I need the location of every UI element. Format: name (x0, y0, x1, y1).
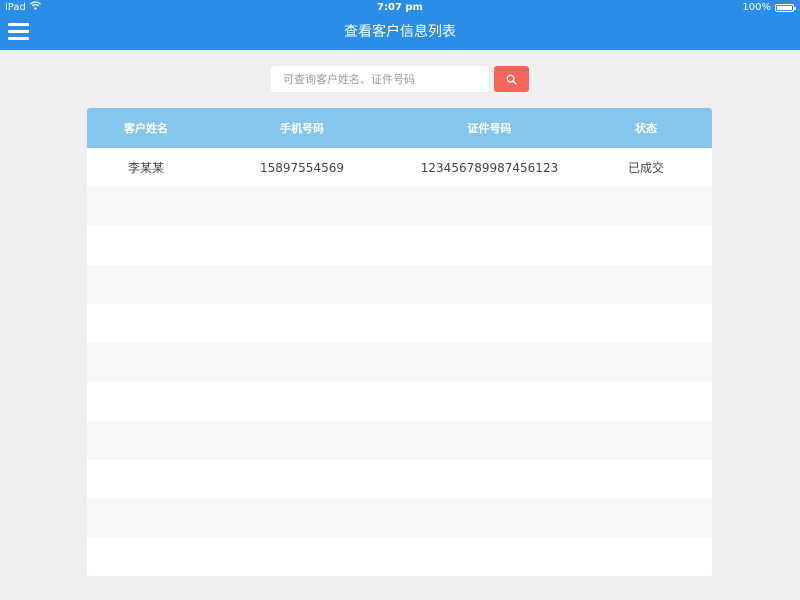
customer-table: 客户姓名 手机号码 证件号码 状态 李某某 15897554569 12345678… (87, 108, 712, 576)
search-button[interactable] (494, 66, 529, 92)
top-bar: iPad 7:07 pm 100% 查看客户信息列表 (0, 0, 800, 50)
search-icon (506, 70, 517, 89)
battery-level (777, 6, 792, 10)
table-cell-id-number: 123456789987456123 (420, 160, 559, 175)
battery-percent: 100% (742, 2, 771, 13)
table-body: 李某某 15897554569 123456789987456123 已成交 (87, 148, 712, 576)
column-header-status: 状态 (635, 122, 657, 135)
table-row-empty (87, 187, 712, 226)
table-cell-phone: 15897554569 (260, 160, 344, 175)
table-row-empty (87, 499, 712, 538)
column-header-id-number: 证件号码 (467, 122, 512, 135)
status-time: 7:07 pm (377, 2, 423, 13)
table-row-empty (87, 343, 712, 382)
table-row-empty (87, 382, 712, 421)
table-row-empty (87, 421, 712, 460)
table-cell-status: 已成交 (627, 161, 664, 175)
table-row-empty (87, 460, 712, 499)
table-row-empty (87, 265, 712, 304)
status-right: 100% (742, 0, 796, 16)
battery-icon (775, 4, 796, 12)
table-cell-name: 李某某 (127, 161, 164, 175)
column-header-name: 客户姓名 (124, 122, 168, 135)
table-row-empty (87, 538, 712, 576)
app: iPad 7:07 pm 100% 查看客户信息列表 可查询客户姓名、证件号码 … (0, 0, 800, 600)
table-row-empty (87, 304, 712, 343)
page-title: 查看客户信息列表 (344, 24, 456, 40)
search-input[interactable] (271, 66, 489, 92)
table-row[interactable]: 李某某 15897554569 123456789987456123 已成交 (87, 148, 712, 187)
status-bar: iPad 7:07 pm 100% (0, 0, 800, 16)
table-row-empty (87, 226, 712, 265)
table-header: 客户姓名 手机号码 证件号码 状态 (87, 108, 712, 148)
column-header-phone: 手机号码 (280, 122, 324, 135)
